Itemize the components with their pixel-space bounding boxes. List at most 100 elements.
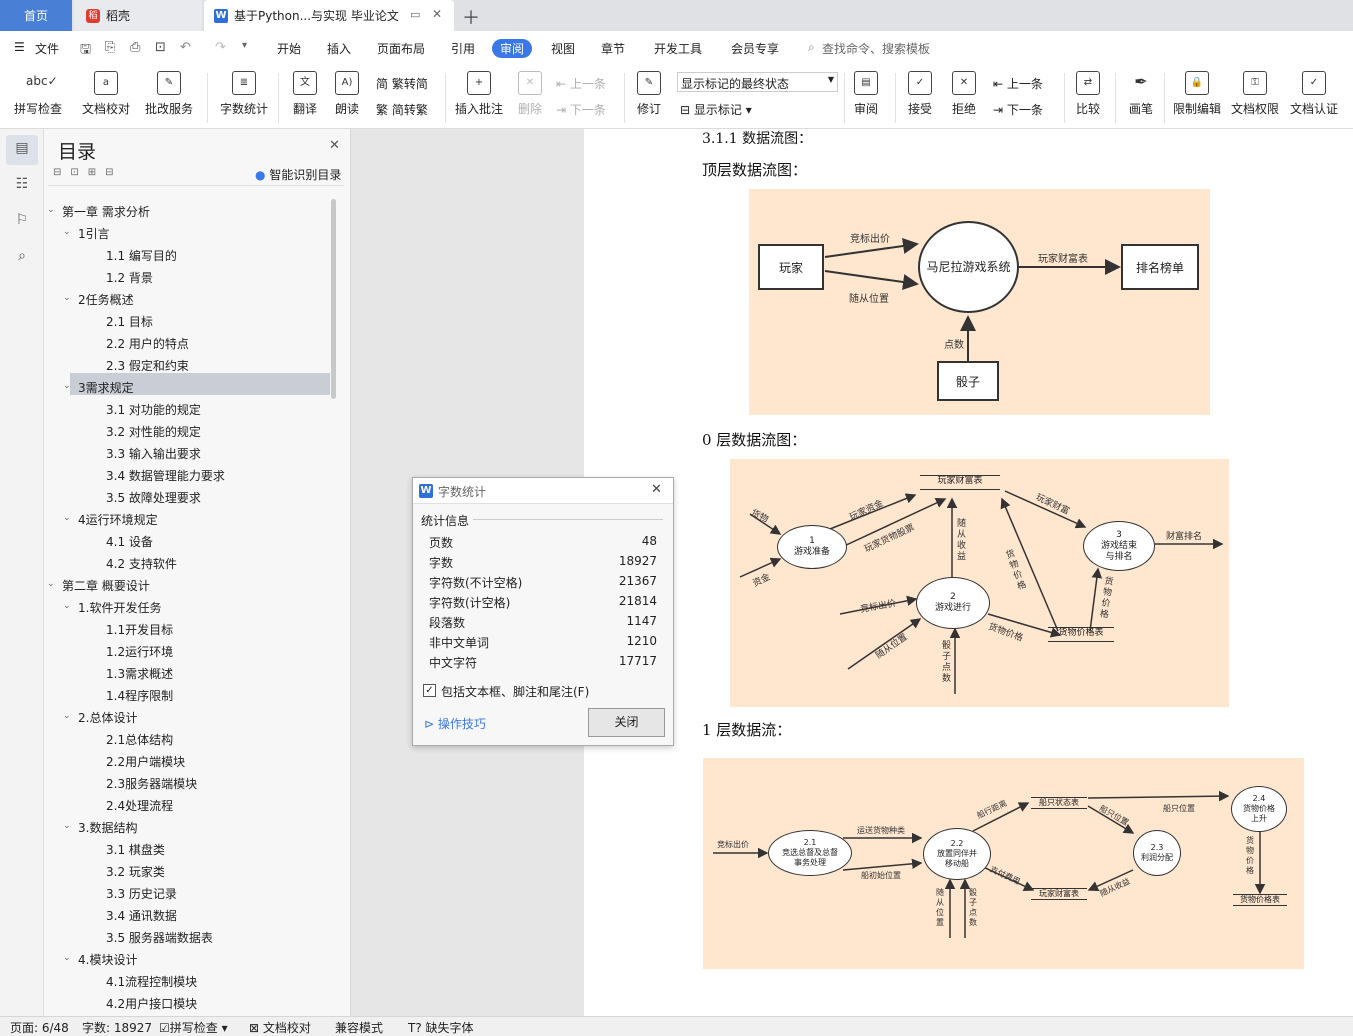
missing-font[interactable]: T? 缺失字体 <box>408 1019 474 1036</box>
expand-chevron-icon[interactable]: ⌄ <box>63 953 71 963</box>
compare-button[interactable]: ⇄ 比较 <box>1070 71 1106 117</box>
command-search[interactable]: 查找命令、搜索模板 <box>822 40 930 57</box>
spell-check-button[interactable]: abc✓ 拼写检查 <box>12 71 64 117</box>
menu-review[interactable]: 审阅 <box>492 39 533 58</box>
expand-chevron-icon[interactable]: ⌄ <box>63 601 71 611</box>
toc-item[interactable]: 4.2用户接口模块 <box>106 995 197 1012</box>
menu-file[interactable]: 文件 <box>35 40 59 57</box>
toc-item[interactable]: 1.1 编写目的 <box>106 247 177 264</box>
toc-item[interactable]: 3.2 玩家类 <box>106 863 165 880</box>
toc-item[interactable]: 2.1总体结构 <box>106 731 173 748</box>
next-comment-button[interactable]: ⇥ 下一条 <box>556 101 606 118</box>
bookmark-icon[interactable]: ⚐ <box>12 212 32 232</box>
find-icon[interactable]: ⌕ <box>12 248 32 268</box>
doc-permission-button[interactable]: ⚿ 文档权限 <box>1230 71 1280 117</box>
menu-start[interactable]: 开始 <box>277 40 301 57</box>
screen-icon[interactable]: ▭ <box>410 8 420 21</box>
export-icon[interactable]: ⎘ <box>105 40 115 55</box>
expand-chevron-icon[interactable]: ⌄ <box>63 711 71 721</box>
toc-icon[interactable]: ▤ <box>12 140 32 160</box>
toc-item[interactable]: ⌄ 3.数据结构 <box>63 819 137 836</box>
toc-item[interactable]: 2.2 用户的特点 <box>106 335 189 352</box>
toc-item[interactable]: ⌄ 4运行环境规定 <box>63 511 158 528</box>
expand-chevron-icon[interactable]: ⌄ <box>47 579 55 589</box>
tips-link[interactable]: ⊳ 操作技巧 <box>424 715 486 732</box>
expand-chevron-icon[interactable]: ⌄ <box>63 227 71 237</box>
show-markup-button[interactable]: ⊟ 显示标记 ▾ <box>680 101 752 118</box>
pen-button[interactable]: ✒ 画笔 <box>1124 71 1158 117</box>
menu-layout[interactable]: 页面布局 <box>377 40 425 57</box>
toc-item[interactable]: 1.2运行环境 <box>106 643 173 660</box>
hamburger-icon[interactable]: ☰ <box>14 40 25 54</box>
toc-item[interactable]: ⌄ 2.总体设计 <box>63 709 137 726</box>
revise-button[interactable]: ✎ 修订 <box>630 71 668 117</box>
tab-document[interactable]: W 基于Python...与实现 毕业论文 ▭ ✕ <box>204 0 454 31</box>
toc-item[interactable]: 1.2 背景 <box>106 269 153 286</box>
toc-item[interactable]: 2.1 目标 <box>106 313 153 330</box>
toc-item[interactable]: 2.4处理流程 <box>106 797 173 814</box>
toc-controls[interactable]: ⊟⊡⊞⊟ <box>53 167 123 178</box>
toc-item[interactable]: 4.1 设备 <box>106 533 153 550</box>
toc-item[interactable]: 3.1 棋盘类 <box>106 841 165 858</box>
toc-scrollbar[interactable] <box>331 199 336 399</box>
expand-chevron-icon[interactable]: ⌄ <box>63 821 71 831</box>
toc-item[interactable]: 2.3 假定和约束 <box>106 357 189 374</box>
close-tab-icon[interactable]: ✕ <box>432 7 442 21</box>
redo-icon[interactable]: ↷ <box>215 40 226 55</box>
new-tab-icon[interactable]: ＋ <box>462 4 480 30</box>
toc-item[interactable]: ⌄ 第二章 概要设计 <box>47 577 150 594</box>
menu-view[interactable]: 视图 <box>551 40 575 57</box>
tab-daoke[interactable]: 稻稻壳 <box>74 0 202 31</box>
smart-toc-button[interactable]: ● 智能识别目录 <box>255 166 341 183</box>
word-count-button[interactable]: ≣ 字数统计 <box>217 71 271 117</box>
print-icon[interactable]: ⎙ <box>130 40 140 55</box>
toc-item[interactable]: 3.1 对功能的规定 <box>106 401 201 418</box>
close-panel-icon[interactable]: ✕ <box>329 138 340 153</box>
restrict-edit-button[interactable]: 🔒 限制编辑 <box>1172 71 1222 117</box>
status-spell-check[interactable]: ☑拼写检查 ▾ <box>159 1019 228 1036</box>
toc-item[interactable]: 4.1流程控制模块 <box>106 973 197 990</box>
dialog-close-icon[interactable]: ✕ <box>651 482 662 497</box>
accept-button[interactable]: ✓ 接受 <box>902 71 938 117</box>
expand-chevron-icon[interactable]: ⌄ <box>63 293 71 303</box>
include-textbox-checkbox[interactable]: ✓ <box>423 684 436 697</box>
toc-item[interactable]: 3.5 故障处理要求 <box>106 489 201 506</box>
toc-item[interactable]: ⌄ 4.模块设计 <box>63 951 137 968</box>
toc-item[interactable]: 3.4 通讯数据 <box>106 907 177 924</box>
expand-chevron-icon[interactable]: ⌄ <box>63 381 71 391</box>
toc-item[interactable]: 1.3需求概述 <box>106 665 173 682</box>
toc-item[interactable]: ⌄ 第一章 需求分析 <box>47 203 150 220</box>
prev-change-button[interactable]: ⇤ 上一条 <box>993 75 1043 92</box>
word-count-indicator[interactable]: 字数: 18927 <box>82 1019 152 1036</box>
menu-reference[interactable]: 引用 <box>451 40 475 57</box>
read-aloud-button[interactable]: A) 朗读 <box>330 71 364 117</box>
toc-item[interactable]: 1.4程序限制 <box>106 687 173 704</box>
undo-icon[interactable]: ↶ <box>180 40 191 55</box>
delete-comment-button[interactable]: ✕ 删除 <box>510 71 550 117</box>
menu-member[interactable]: 会员专享 <box>731 40 779 57</box>
dialog-close-button[interactable]: 关闭 <box>588 708 665 737</box>
doc-cert-button[interactable]: ✓ 文档认证 <box>1289 71 1339 117</box>
tab-home[interactable]: 首页 <box>0 0 72 31</box>
toc-item[interactable]: 3.3 输入输出要求 <box>106 445 201 462</box>
menu-insert[interactable]: 插入 <box>327 40 351 57</box>
status-proofread[interactable]: ⊠ 文档校对 <box>249 1019 311 1036</box>
toc-item[interactable]: ⌄ 2任务概述 <box>63 291 134 308</box>
review-pane-button[interactable]: ▤ 审阅 <box>848 71 884 117</box>
toc-item[interactable]: 3.3 历史记录 <box>106 885 177 902</box>
toc-item[interactable]: 1.1开发目标 <box>106 621 173 638</box>
toc-item[interactable]: 3.5 服务器端数据表 <box>106 929 213 946</box>
menu-devtools[interactable]: 开发工具 <box>654 40 702 57</box>
toc-item[interactable]: ⌄ 3需求规定 <box>63 379 134 396</box>
annotation-service-button[interactable]: ✎ 批改服务 <box>140 71 198 117</box>
translate-button[interactable]: 文翻译 <box>286 71 324 117</box>
reject-button[interactable]: ✕ 拒绝 <box>946 71 982 117</box>
toc-item[interactable]: ⌄ 1.软件开发任务 <box>63 599 161 616</box>
next-change-button[interactable]: ⇥ 下一条 <box>993 101 1043 118</box>
more-icon[interactable]: ▾ <box>242 40 247 51</box>
expand-chevron-icon[interactable]: ⌄ <box>63 513 71 523</box>
proofread-button[interactable]: a 文档校对 <box>80 71 132 117</box>
page-indicator[interactable]: 页面: 6/48 <box>10 1019 69 1036</box>
trad-to-simp-button[interactable]: 简 繁转简 <box>376 75 428 92</box>
toc-item[interactable]: ⌄ 1引言 <box>63 225 110 242</box>
